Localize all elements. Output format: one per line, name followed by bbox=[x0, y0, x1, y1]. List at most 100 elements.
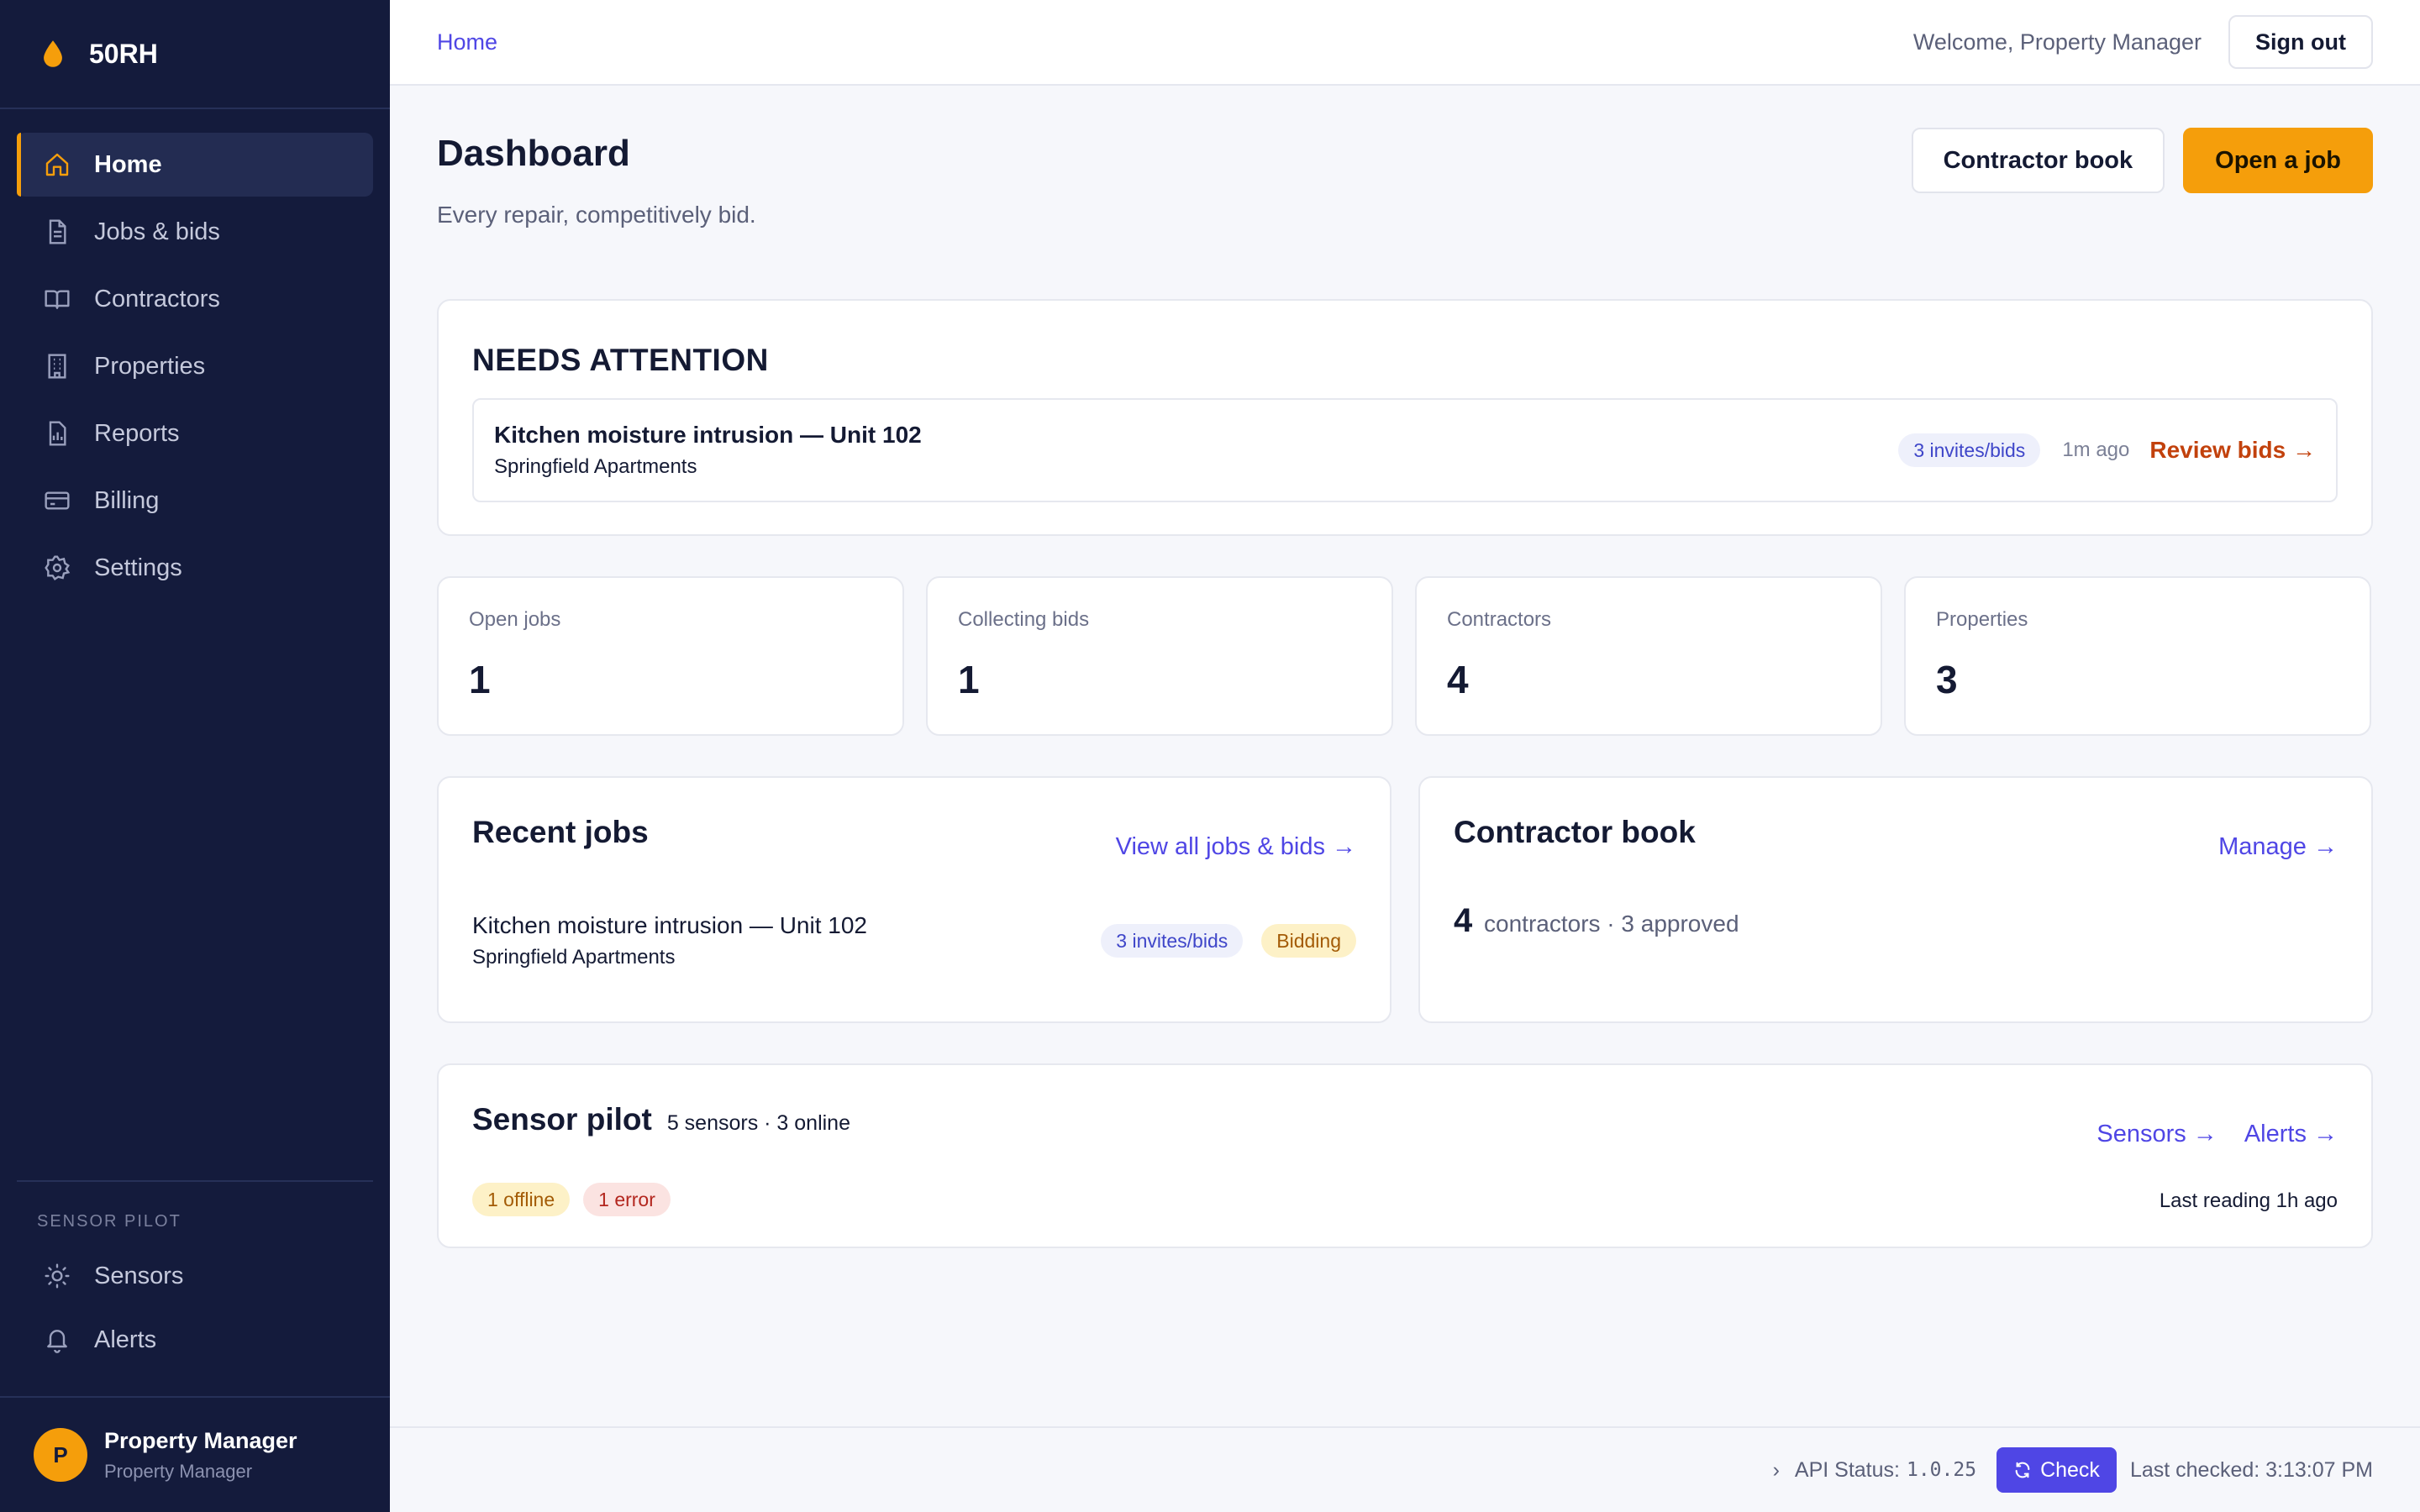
brand[interactable]: 50RH bbox=[0, 0, 390, 109]
alerts-link[interactable]: Alerts → bbox=[2244, 1121, 2338, 1148]
review-bids-link[interactable]: Review bids → bbox=[2149, 437, 2316, 464]
needs-attention-card: NEEDS ATTENTION Kitchen moisture intrusi… bbox=[437, 299, 2373, 536]
report-icon bbox=[42, 418, 72, 449]
sidebar-item-label: Settings bbox=[94, 554, 182, 581]
sidebar-item-alerts[interactable]: Alerts bbox=[17, 1309, 373, 1371]
check-button[interactable]: Check bbox=[1996, 1447, 2117, 1493]
invites-badge: 3 invites/bids bbox=[1101, 924, 1244, 958]
chevron-right-icon[interactable]: › bbox=[1773, 1458, 1780, 1483]
stat-contractors[interactable]: Contractors 4 bbox=[1415, 576, 1882, 736]
stat-label: Properties bbox=[1936, 608, 2028, 631]
sensors-link[interactable]: Sensors → bbox=[2096, 1121, 2217, 1148]
last-checked: Last checked: 3:13:07 PM bbox=[2129, 1457, 2373, 1482]
sidebar-item-label: Alerts bbox=[94, 1326, 157, 1353]
sidebar-item-contractors[interactable]: Contractors bbox=[17, 267, 373, 331]
open-job-button[interactable]: Open a job bbox=[2183, 128, 2373, 193]
check-button-label: Check bbox=[2040, 1457, 2100, 1482]
stat-label: Collecting bids bbox=[958, 608, 1090, 631]
api-status-label: API Status: bbox=[1794, 1457, 1900, 1482]
sidebar-item-label: Reports bbox=[94, 419, 180, 447]
avatar: P bbox=[34, 1428, 87, 1482]
stat-value: 4 bbox=[1447, 658, 1469, 701]
sidebar-item-settings[interactable]: Settings bbox=[17, 536, 373, 600]
stat-collecting-bids[interactable]: Collecting bids 1 bbox=[926, 576, 1393, 736]
contractor-book-card: Contractor book Manage → 4 contractors ·… bbox=[1418, 776, 2373, 1023]
refresh-icon bbox=[2015, 1462, 2030, 1478]
sensor-pilot-title: Sensor pilot bbox=[472, 1102, 652, 1137]
offline-badge: 1 offline bbox=[472, 1183, 571, 1216]
sensor-pilot-heading: Sensor pilot 5 sensors · 3 online bbox=[472, 1102, 850, 1137]
last-reading: Last reading 1h ago bbox=[2159, 1189, 2338, 1212]
attention-item[interactable]: Kitchen moisture intrusion — Unit 102 Sp… bbox=[472, 398, 2338, 502]
gear-icon bbox=[42, 553, 72, 583]
sidebar-item-label: Home bbox=[94, 150, 162, 178]
sidebar-item-label: Jobs & bids bbox=[94, 218, 220, 245]
job-title: Kitchen moisture intrusion — Unit 102 bbox=[472, 912, 867, 938]
needs-attention-title: NEEDS ATTENTION bbox=[472, 343, 769, 377]
manage-link[interactable]: Manage → bbox=[2218, 833, 2338, 861]
user-profile[interactable]: P Property Manager Property Manager bbox=[0, 1396, 390, 1512]
stat-label: Open jobs bbox=[469, 608, 561, 631]
sensor-links: Sensors → Alerts → bbox=[2096, 1121, 2338, 1148]
sidebar-item-jobs-bids[interactable]: Jobs & bids bbox=[17, 200, 373, 264]
sidebar-item-label: Contractors bbox=[94, 285, 220, 312]
stat-properties[interactable]: Properties 3 bbox=[1904, 576, 2371, 736]
invites-badge: 3 invites/bids bbox=[1898, 433, 2041, 467]
sidebar-item-label: Billing bbox=[94, 486, 160, 514]
sidebar-item-home[interactable]: Home bbox=[17, 133, 373, 197]
sidebar: 50RH Home Jobs & bids Contractors Proper… bbox=[0, 0, 390, 1512]
page-subtitle: Every repair, competitively bid. bbox=[437, 202, 756, 228]
contractor-summary-text: contractors · 3 approved bbox=[1484, 911, 1739, 937]
welcome-text: Welcome, Property Manager bbox=[1912, 29, 2202, 55]
topbar: Home Welcome, Property Manager Sign out bbox=[390, 0, 2420, 86]
time-ago: 1m ago bbox=[2062, 438, 2130, 461]
sidebar-item-reports[interactable]: Reports bbox=[17, 402, 373, 465]
sensor-nav: Sensors Alerts bbox=[17, 1245, 373, 1373]
sign-out-button[interactable]: Sign out bbox=[2228, 15, 2373, 69]
sidebar-item-label: Properties bbox=[94, 352, 206, 380]
contractor-count: 4 bbox=[1454, 902, 1473, 939]
stat-value: 1 bbox=[958, 658, 980, 701]
status-footer: › API Status: 1.0.25 Check Last checked:… bbox=[390, 1426, 2420, 1512]
home-icon bbox=[42, 150, 72, 180]
sidebar-item-properties[interactable]: Properties bbox=[17, 334, 373, 398]
stat-open-jobs[interactable]: Open jobs 1 bbox=[437, 576, 904, 736]
stat-value: 1 bbox=[469, 658, 491, 701]
sidebar-section-label: SENSOR PILOT bbox=[37, 1212, 182, 1231]
sidebar-item-sensors[interactable]: Sensors bbox=[17, 1245, 373, 1307]
sidebar-divider bbox=[17, 1180, 373, 1182]
bell-icon bbox=[42, 1325, 72, 1355]
recent-jobs-title: Recent jobs bbox=[472, 815, 649, 849]
stat-value: 3 bbox=[1936, 658, 1958, 701]
api-version: 1.0.25 bbox=[1906, 1459, 1977, 1481]
header-actions: Contractor book Open a job bbox=[1911, 128, 2373, 193]
user-role: Property Manager bbox=[104, 1460, 253, 1482]
sensor-pilot-card: Sensor pilot 5 sensors · 3 online Sensor… bbox=[437, 1063, 2373, 1248]
table-row[interactable]: Kitchen moisture intrusion — Unit 102 Sp… bbox=[472, 912, 1356, 969]
app-name: 50RH bbox=[89, 38, 158, 69]
job-property: Springfield Apartments bbox=[472, 946, 676, 969]
contractor-summary: 4 contractors · 3 approved bbox=[1454, 902, 1739, 940]
sensor-meta: 5 sensors · 3 online bbox=[666, 1111, 850, 1135]
sensor-status-pills: 1 offline 1 error bbox=[472, 1183, 671, 1216]
document-icon bbox=[42, 217, 72, 247]
breadcrumb[interactable]: Home bbox=[437, 29, 497, 55]
contractor-book-title: Contractor book bbox=[1454, 815, 1696, 849]
book-icon bbox=[42, 284, 72, 314]
sidebar-item-billing[interactable]: Billing bbox=[17, 469, 373, 533]
sun-icon bbox=[42, 1261, 72, 1291]
contractor-book-button[interactable]: Contractor book bbox=[1911, 128, 2165, 193]
view-all-jobs-link[interactable]: View all jobs & bids → bbox=[1116, 833, 1356, 861]
page-title: Dashboard bbox=[437, 133, 630, 174]
credit-card-icon bbox=[42, 486, 72, 516]
stat-label: Contractors bbox=[1447, 608, 1552, 631]
sidebar-item-label: Sensors bbox=[94, 1262, 184, 1289]
droplet-logo-icon bbox=[44, 40, 62, 67]
status-badge: Bidding bbox=[1261, 924, 1356, 958]
main-nav: Home Jobs & bids Contractors Properties … bbox=[0, 109, 390, 600]
building-icon bbox=[42, 351, 72, 381]
error-badge: 1 error bbox=[583, 1183, 671, 1216]
job-property: Springfield Apartments bbox=[494, 455, 697, 478]
job-title: Kitchen moisture intrusion — Unit 102 bbox=[494, 422, 922, 448]
user-name: Property Manager bbox=[104, 1427, 297, 1453]
